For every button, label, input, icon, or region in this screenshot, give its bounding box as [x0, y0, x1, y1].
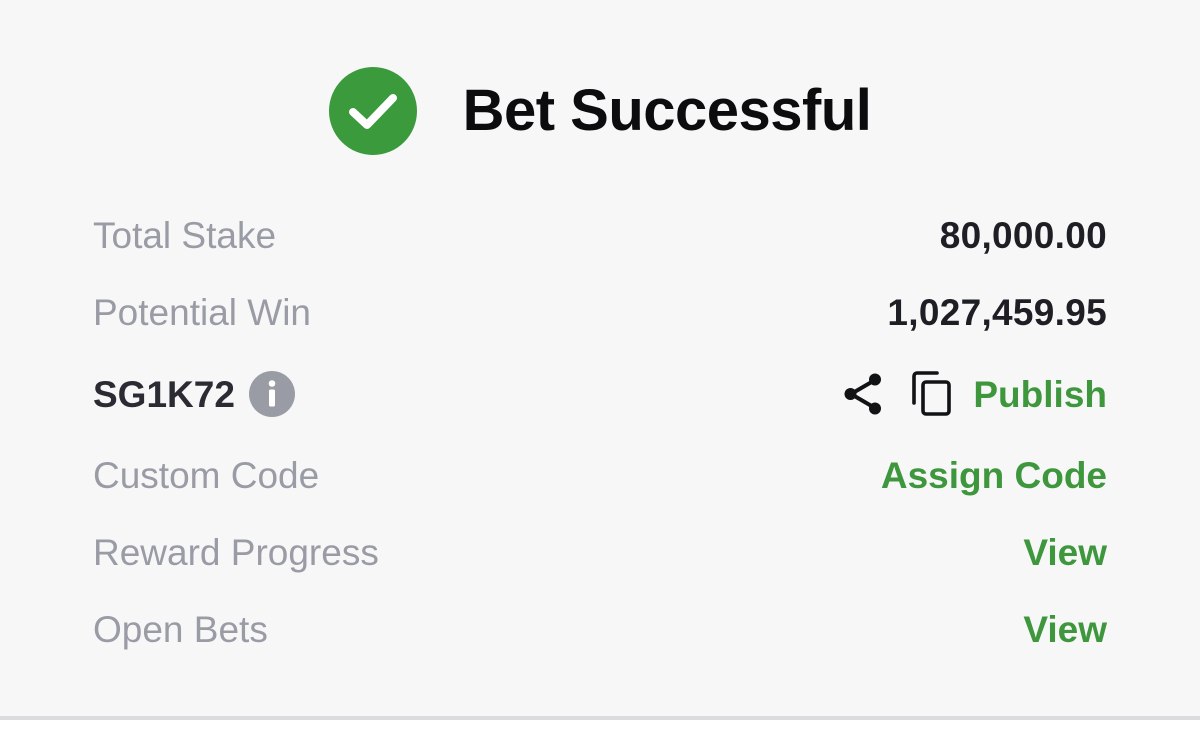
- open-bets-row: Open Bets View: [93, 601, 1107, 657]
- total-stake-value: 80,000.00: [939, 214, 1107, 256]
- booking-code: SG1K72: [93, 373, 235, 415]
- potential-win-label: Potential Win: [93, 291, 311, 333]
- booking-actions: Publish: [841, 371, 1107, 417]
- bet-confirmation-card: Bet Successful Total Stake 80,000.00 Pot…: [0, 0, 1200, 716]
- view-open-bets-button[interactable]: View: [1023, 611, 1107, 648]
- booking-code-group: SG1K72: [93, 371, 295, 417]
- header: Bet Successful: [0, 64, 1200, 158]
- below-card-area: [0, 720, 1200, 729]
- copy-icon[interactable]: [911, 371, 953, 417]
- booking-code-row: SG1K72 Publish: [93, 366, 1107, 422]
- total-stake-label: Total Stake: [93, 214, 277, 256]
- open-bets-label: Open Bets: [93, 608, 268, 650]
- publish-button[interactable]: Publish: [973, 376, 1107, 413]
- check-circle-icon: [328, 67, 417, 155]
- share-icon[interactable]: [841, 371, 885, 417]
- total-stake-row: Total Stake 80,000.00: [93, 207, 1107, 263]
- assign-code-button[interactable]: Assign Code: [881, 457, 1107, 494]
- page-title: Bet Successful: [462, 78, 872, 143]
- custom-code-label: Custom Code: [93, 454, 320, 496]
- potential-win-row: Potential Win 1,027,459.95: [93, 284, 1107, 340]
- view-reward-progress-button[interactable]: View: [1023, 534, 1107, 571]
- potential-win-value: 1,027,459.95: [887, 291, 1107, 333]
- reward-progress-row: Reward Progress View: [93, 524, 1107, 580]
- reward-progress-label: Reward Progress: [93, 531, 379, 573]
- info-icon[interactable]: [248, 371, 295, 417]
- custom-code-row: Custom Code Assign Code: [93, 447, 1107, 503]
